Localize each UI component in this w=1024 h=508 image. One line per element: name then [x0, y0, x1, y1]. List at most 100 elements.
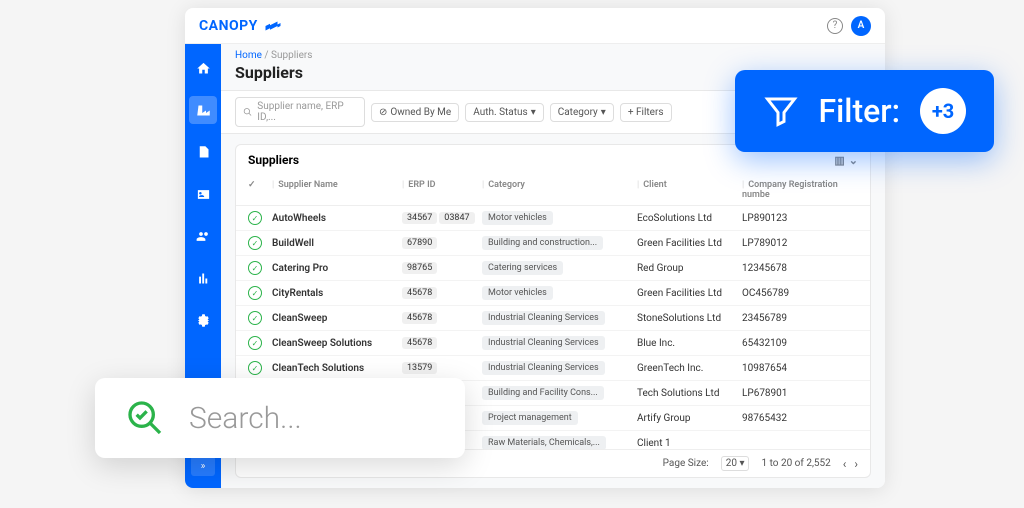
overlay-filter-callout: Filter: +3 [735, 70, 994, 152]
top-right-actions: ? A [827, 16, 871, 36]
col-reg-header[interactable]: |Company Registration numbe [742, 180, 858, 200]
erp-cell: 67890 [402, 237, 482, 249]
category-cell: Motor vehicles [482, 211, 637, 225]
category-cell: Building and construction... [482, 236, 637, 250]
status-check-icon: ✓ [248, 211, 262, 225]
search-check-icon [125, 398, 165, 438]
chevron-down-icon: ⌄ [849, 154, 858, 167]
page-next-button[interactable]: › [854, 457, 858, 471]
sidebar-item-contacts[interactable] [189, 180, 217, 208]
reg-cell: 23456789 [742, 313, 858, 324]
table-row[interactable]: ✓AutoWheels3456703847Motor vehiclesEcoSo… [236, 206, 870, 231]
overlay-search-callout: Search... [95, 378, 465, 458]
sidebar-item-home[interactable] [189, 54, 217, 82]
supplier-name-cell: CleanSweep [272, 313, 402, 324]
category-cell: Raw Materials, Chemicals,... [482, 436, 637, 449]
page-prev-button[interactable]: ‹ [843, 457, 847, 471]
client-cell: Green Facilities Ltd [637, 238, 742, 249]
id-card-icon [196, 187, 211, 202]
table-row[interactable]: ✓CleanSweep45678Industrial Cleaning Serv… [236, 306, 870, 331]
home-icon [196, 61, 211, 76]
overlay-filter-badge: +3 [920, 88, 966, 134]
status-check-icon: ✓ [248, 361, 262, 375]
chevron-down-icon: ▾ [531, 107, 536, 118]
brand-icon [264, 17, 282, 35]
page-nav: ‹ › [843, 457, 858, 471]
col-category-header[interactable]: |Category [482, 180, 637, 200]
erp-cell: 98765 [402, 262, 482, 274]
page-size-label: Page Size: [663, 458, 709, 469]
client-cell: Tech Solutions Ltd [637, 388, 742, 399]
status-check-icon: ✓ [248, 286, 262, 300]
erp-badge: 45678 [402, 312, 437, 324]
col-check-header: ✓ [248, 180, 272, 200]
reg-cell: OC456789 [742, 288, 858, 299]
search-icon [243, 107, 252, 117]
table-header: ✓ |Supplier Name |ERP ID |Category |Clie… [236, 175, 870, 206]
breadcrumb-home[interactable]: Home [235, 50, 262, 61]
filter-auth-status[interactable]: Auth. Status▾ [465, 103, 544, 122]
sidebar-item-settings[interactable] [189, 306, 217, 334]
funnel-icon [763, 93, 799, 129]
status-check-icon: ✓ [248, 261, 262, 275]
breadcrumb-sep: / [264, 50, 268, 61]
sidebar-item-docs[interactable] [189, 138, 217, 166]
card-title-text: Suppliers [248, 153, 299, 167]
erp-badge: 45678 [402, 337, 437, 349]
client-cell: StoneSolutions Ltd [637, 313, 742, 324]
reg-cell: LP789012 [742, 238, 858, 249]
erp-cell: 45678 [402, 287, 482, 299]
erp-badge: 13579 [402, 362, 437, 374]
col-erp-header[interactable]: |ERP ID [402, 180, 482, 200]
table-row[interactable]: ✓ BuildWell67890 Building and construction… [236, 231, 870, 256]
sidebar-collapse-button[interactable]: » [191, 456, 215, 476]
client-cell: Client 1 [637, 438, 742, 449]
client-cell: Red Group [637, 263, 742, 274]
document-icon [196, 145, 211, 160]
reg-cell: 12345678 [742, 263, 858, 274]
filter-owned-by-me[interactable]: ⊘Owned By Me [371, 103, 459, 122]
filter-category[interactable]: Category▾ [550, 103, 614, 122]
supplier-name-cell: CleanTech Solutions [272, 363, 402, 374]
category-cell: Motor vehicles [482, 286, 637, 300]
category-cell: Industrial Cleaning Services [482, 336, 637, 350]
brand-logo[interactable]: CANOPY [199, 17, 282, 35]
status-check-icon: ✓ [248, 336, 262, 350]
avatar[interactable]: A [851, 16, 871, 36]
table-row[interactable]: ✓ CleanSweep Solutions45678 Industrial Cle… [236, 331, 870, 356]
client-cell: Blue Inc. [637, 338, 742, 349]
supplier-name-cell: BuildWell [272, 238, 402, 249]
filter-more[interactable]: + Filters [620, 103, 672, 122]
client-cell: Artify Group [637, 413, 742, 424]
erp-badge: 98765 [402, 262, 437, 274]
erp-badge: 67890 [402, 237, 437, 249]
reg-cell: 98765432 [742, 413, 858, 424]
erp-cell: 3456703847 [402, 212, 482, 224]
category-cell: Catering services [482, 261, 637, 275]
supplier-name-cell: Catering Pro [272, 263, 402, 274]
factory-icon [196, 103, 211, 118]
help-icon[interactable]: ? [827, 18, 843, 34]
client-cell: EcoSolutions Ltd [637, 213, 742, 224]
overlay-filter-label: Filter: [819, 92, 900, 130]
sidebar-item-users[interactable] [189, 222, 217, 250]
col-client-header[interactable]: |Client [637, 180, 742, 200]
breadcrumb-current: Suppliers [271, 50, 312, 61]
page-range: 1 to 20 of 2,552 [761, 458, 830, 469]
column-settings-button[interactable]: ▥ ⌄ [834, 154, 858, 167]
sidebar-item-reports[interactable] [189, 264, 217, 292]
reg-cell: 10987654 [742, 363, 858, 374]
table-row[interactable]: ✓CityRentals45678Motor vehiclesGreen Fac… [236, 281, 870, 306]
table-row[interactable]: ✓ Catering Pro98765 Catering servicesRed G… [236, 256, 870, 281]
client-cell: Green Facilities Ltd [637, 288, 742, 299]
status-check-icon: ✓ [248, 236, 262, 250]
page-size-select[interactable]: 20 ▾ [721, 456, 750, 471]
supplier-name-cell: CleanSweep Solutions [272, 338, 402, 349]
erp-badge: 45678 [402, 287, 437, 299]
search-input[interactable]: Supplier name, ERP ID,... [235, 97, 365, 127]
col-name-header[interactable]: |Supplier Name [272, 180, 402, 200]
status-check-icon: ✓ [248, 311, 262, 325]
reg-cell: LP678901 [742, 388, 858, 399]
sidebar-item-suppliers[interactable] [189, 96, 217, 124]
erp-cell: 13579 [402, 362, 482, 374]
